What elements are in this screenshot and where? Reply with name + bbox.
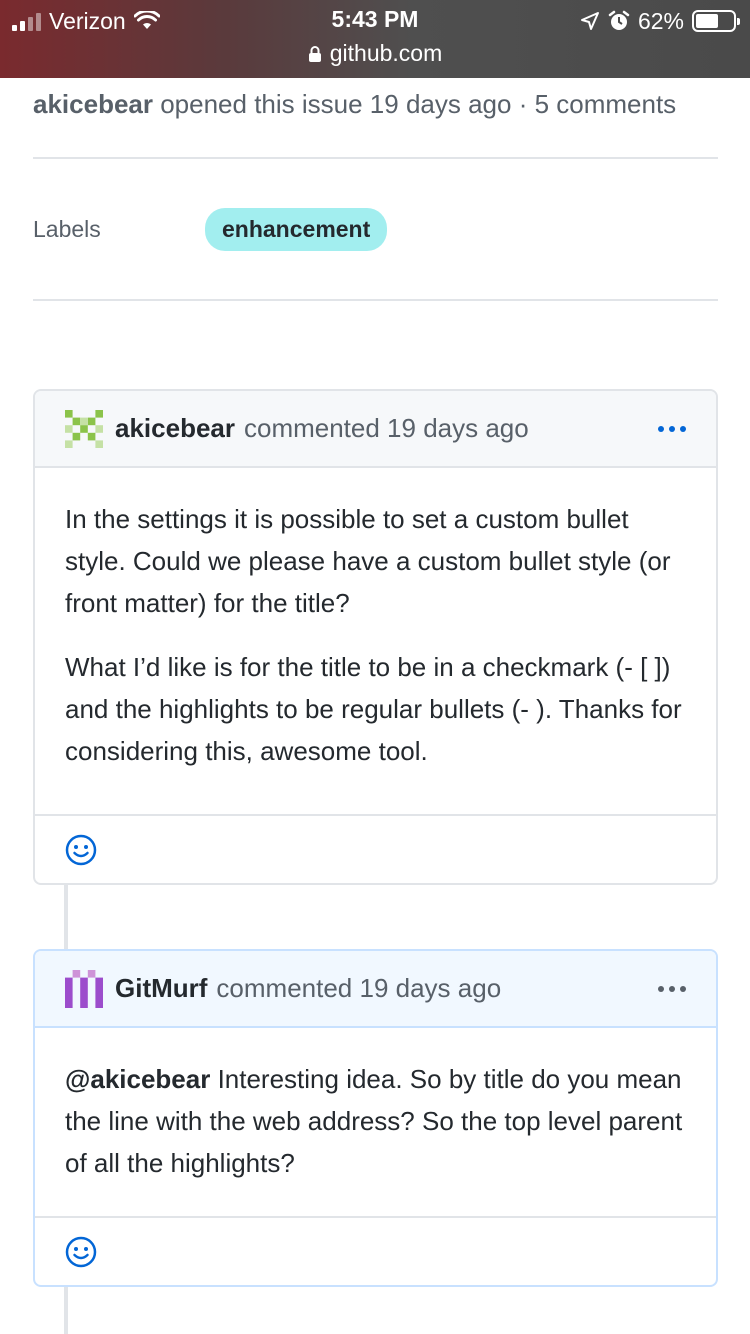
comment-body: @akicebear Interesting idea. So by title… [35,1028,716,1216]
comment-author-link[interactable]: GitMurf [115,973,207,1004]
comment-timestamp: commented 19 days ago [216,973,502,1003]
alarm-icon [608,10,630,30]
issue-author-link[interactable]: akicebear [33,89,153,119]
comment-paragraph: In the settings it is possible to set a … [65,504,671,618]
comment-footer [35,1216,716,1285]
identicon-avatar[interactable] [65,969,103,1008]
status-right: 62% [580,6,740,36]
location-arrow-icon [580,12,599,30]
comment-footer [35,814,716,883]
battery-percent: 62% [637,7,684,34]
address-bar[interactable]: github.com [0,40,750,67]
url-text: github.com [329,40,443,66]
comment-paragraph: What I’d like is for the title to be in … [65,652,682,766]
issue-content: akicebear opened this issue 19 days ago … [33,78,718,301]
labels-section: Labels enhancement [33,159,718,299]
labels-heading: Labels [33,215,101,242]
kebab-menu-icon[interactable] [658,985,686,992]
comment-header: akicebear commented 19 days ago [35,391,716,468]
label-enhancement[interactable]: enhancement [205,207,388,251]
comment-header: GitMurf commented 19 days ago [35,951,716,1028]
timeline-connector [64,1286,68,1334]
kebab-menu-icon[interactable] [658,425,686,432]
comment-timestamp: commented 19 days ago [243,413,529,443]
lock-icon [308,45,321,62]
battery-icon [692,10,740,32]
identicon-avatar[interactable] [65,409,103,448]
comment-body: In the settings it is possible to set a … [35,468,716,814]
status-bar: Verizon 5:43 PM github.com 62% [0,0,750,78]
comment-card: GitMurf commented 19 days ago @akicebear… [33,949,718,1287]
battery-fill [696,14,719,28]
timeline-connector [64,884,68,950]
issue-opened-line: akicebear opened this issue 19 days ago … [33,83,718,125]
smiley-reaction-icon[interactable] [65,1236,97,1268]
smiley-reaction-icon[interactable] [65,834,97,866]
user-mention-link[interactable]: @akicebear [65,1064,210,1094]
comment-card: akicebear commented 19 days ago In the s… [33,389,718,885]
issue-opened-text: opened this issue 19 days ago · 5 commen… [160,89,677,119]
divider [33,299,718,301]
comment-author-link[interactable]: akicebear [115,413,235,444]
comment-paragraph: @akicebear Interesting idea. So by title… [65,1058,686,1184]
